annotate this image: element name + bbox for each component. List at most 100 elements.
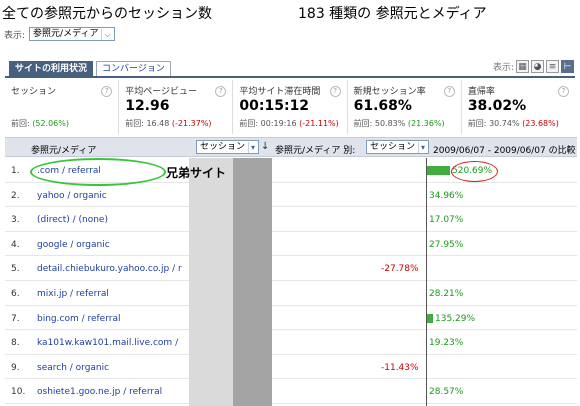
row-number: 9. — [11, 362, 20, 373]
pie-view-icon[interactable]: ◕ — [531, 60, 544, 73]
compare-select-value: セッション — [370, 141, 416, 152]
tab-conversions[interactable]: コンバージョン — [96, 61, 171, 76]
change-percent: 135.29% — [435, 313, 476, 324]
source-medium-link[interactable]: google / organic — [37, 240, 184, 250]
dimension-select[interactable]: 参照元/メディア ⌵ — [29, 27, 115, 41]
dimension-column-header[interactable]: 参照元/メディア — [31, 143, 96, 156]
prev-label: 前回: — [11, 119, 30, 128]
metric-previous: 前回: 50.83% (21.36%) — [354, 118, 445, 129]
change-percent: -27.78% — [381, 264, 419, 275]
metric-previous: 前回: 16.48 (-21.37%) — [125, 118, 211, 129]
metric-select-value: セッション — [200, 141, 246, 152]
metric-previous: 前回: 30.74% (23.68%) — [468, 118, 559, 129]
data-table-body: 1. .com / referral 520.69% 2. yahoo / organi… — [5, 158, 577, 404]
metric-sessions: セッション 前回: (52.06%) ? — [5, 80, 120, 134]
change-percent: (-21.11%) — [299, 119, 339, 128]
chevron-down-icon: ▾ — [248, 141, 255, 153]
change-percent: 28.21% — [429, 288, 464, 299]
tabs-divider — [5, 76, 575, 78]
chevron-down-icon: ⌵ — [101, 28, 111, 40]
date-range-comparison: 2009/06/07 - 2009/06/07 の比較 — [433, 146, 576, 156]
change-percent: -11.43% — [381, 362, 419, 373]
metrics-summary: セッション 前回: (52.06%) ? 平均ページビュー 12.96 前回: … — [5, 80, 575, 134]
prev-label: 前回: — [125, 119, 144, 128]
source-medium-link[interactable]: ka101w.kaw101.mail.live.com / — [37, 338, 184, 348]
row-number: 3. — [11, 215, 20, 226]
prev-label: 前回: — [239, 119, 259, 128]
source-medium-link[interactable]: mixi.jp / referral — [37, 289, 184, 299]
table-header: 参照元/メディア セッション ▾ ↓ 参照元/メディア 別: セッション ▾ 2… — [5, 137, 577, 157]
metric-value: 38.02% — [467, 98, 527, 114]
metric-value: 61.68% — [353, 98, 412, 114]
view-switcher: 表示: ▦ ◕ ≡ ⊢ — [493, 60, 574, 73]
help-icon[interactable]: ? — [443, 86, 455, 97]
display-selector-row: 表示: 参照元/メディア ⌵ — [4, 27, 115, 41]
highlight-ellipse-red — [451, 161, 498, 182]
help-icon[interactable]: ? — [558, 86, 570, 97]
change-percent: 28.57% — [429, 387, 464, 398]
chevron-down-icon: ▾ — [418, 141, 425, 153]
row-number: 4. — [11, 239, 20, 250]
dimension-select-value: 参照元/メディア — [33, 28, 99, 39]
metric-previous: 前回: (52.06%) — [11, 118, 69, 129]
source-medium-link[interactable]: detail.chiebukuro.yahoo.co.jp / r — [37, 264, 184, 274]
source-medium-link[interactable]: (direct) / (none) — [37, 215, 184, 225]
change-percent: 19.23% — [429, 338, 464, 349]
metric-previous: 前回: 00:19:16 (-21.11%) — [239, 118, 338, 129]
table-row: 6. mixi.jp / referral 28.21% — [5, 281, 577, 306]
table-row: 4. google / organic 27.95% — [5, 232, 577, 257]
table-view-icon[interactable]: ▦ — [516, 60, 529, 73]
metric-label: 平均ページビュー — [125, 87, 198, 97]
metric-value: 12.96 — [125, 98, 170, 114]
change-percent: (-21.37%) — [171, 119, 212, 128]
help-icon[interactable]: ? — [329, 86, 341, 97]
prev-value: 50.83% — [374, 119, 406, 128]
source-medium-link[interactable]: bing.com / referral — [37, 314, 184, 324]
prev-label: 前回: — [353, 119, 373, 128]
source-medium-link[interactable]: yahoo / organic — [37, 191, 184, 201]
metric-new-sessions: 新規セッション率 61.68% 前回: 50.83% (21.36%) ? — [348, 80, 462, 134]
display-label: 表示: — [4, 30, 26, 41]
change-bar — [426, 313, 433, 323]
metric-select[interactable]: セッション ▾ — [196, 140, 260, 154]
metric-select-wrap: セッション ▾ — [196, 140, 260, 154]
report-title-text: 全ての参照元からのセッション数 — [2, 6, 212, 22]
compare-metric-select[interactable]: セッション ▾ — [366, 140, 430, 154]
row-number: 8. — [11, 338, 20, 349]
tab-site-usage[interactable]: サイトの利用状況 — [9, 61, 94, 76]
metric-avg-pageviews: 平均ページビュー 12.96 前回: 16.48 (-21.37%) ? — [119, 80, 234, 134]
prev-value: 30.74% — [489, 119, 520, 128]
prev-value: 00:19:16 — [260, 119, 297, 128]
table-row: 8. ka101w.kaw101.mail.live.com / 19.23% — [5, 330, 577, 355]
metric-label: 直帰率 — [467, 87, 495, 97]
change-percent: 27.95% — [429, 239, 464, 250]
source-medium-link[interactable]: search / organic — [37, 363, 184, 373]
table-row: 7. bing.com / referral 135.29% — [5, 306, 577, 331]
table-row: 5. detail.chiebukuro.yahoo.co.jp / r -27.7… — [5, 256, 577, 281]
sort-arrow-icon[interactable]: ↓ — [261, 141, 269, 152]
by-label: 参照元/メディア 別: — [275, 146, 356, 156]
report-tabs: サイトの利用状況 コンバージョン — [9, 61, 171, 76]
view-label: 表示: — [492, 63, 514, 73]
row-number: 10. — [11, 387, 26, 398]
comparison-axis — [426, 158, 427, 406]
redacted-column-dark — [233, 158, 272, 406]
compare-select-wrap: セッション ▾ — [366, 140, 430, 154]
table-row: 2. yahoo / organic 34.96% — [5, 183, 577, 208]
table-row: 3. (direct) / (none) 17.07% — [5, 207, 577, 232]
table-row: 9. search / organic -11.43% — [5, 355, 577, 380]
comparison-view-icon[interactable]: ⊢ — [561, 60, 574, 73]
performance-view-icon[interactable]: ≡ — [546, 60, 559, 73]
metric-label: 平均サイト滞在時間 — [239, 87, 321, 97]
source-medium-link[interactable]: oshiete1.goo.ne.jp / referral — [37, 387, 184, 397]
metric-value: 00:15:12 — [239, 98, 310, 114]
change-percent: 34.96% — [429, 190, 464, 201]
change-bar — [426, 166, 450, 175]
metric-bounce-rate: 直帰率 38.02% 前回: 30.74% (23.68%) ? — [462, 80, 575, 134]
annotation-label: 兄弟サイト — [166, 166, 227, 180]
change-percent: (21.36%) — [407, 119, 445, 128]
metric-avg-time: 平均サイト滞在時間 00:15:12 前回: 00:19:16 (-21.11%… — [233, 80, 348, 134]
change-percent: (52.06%) — [32, 119, 69, 128]
report-title: 全ての参照元からのセッション数 183 種類の 参照元とメディア — [2, 3, 487, 23]
change-percent: (23.68%) — [522, 119, 559, 128]
